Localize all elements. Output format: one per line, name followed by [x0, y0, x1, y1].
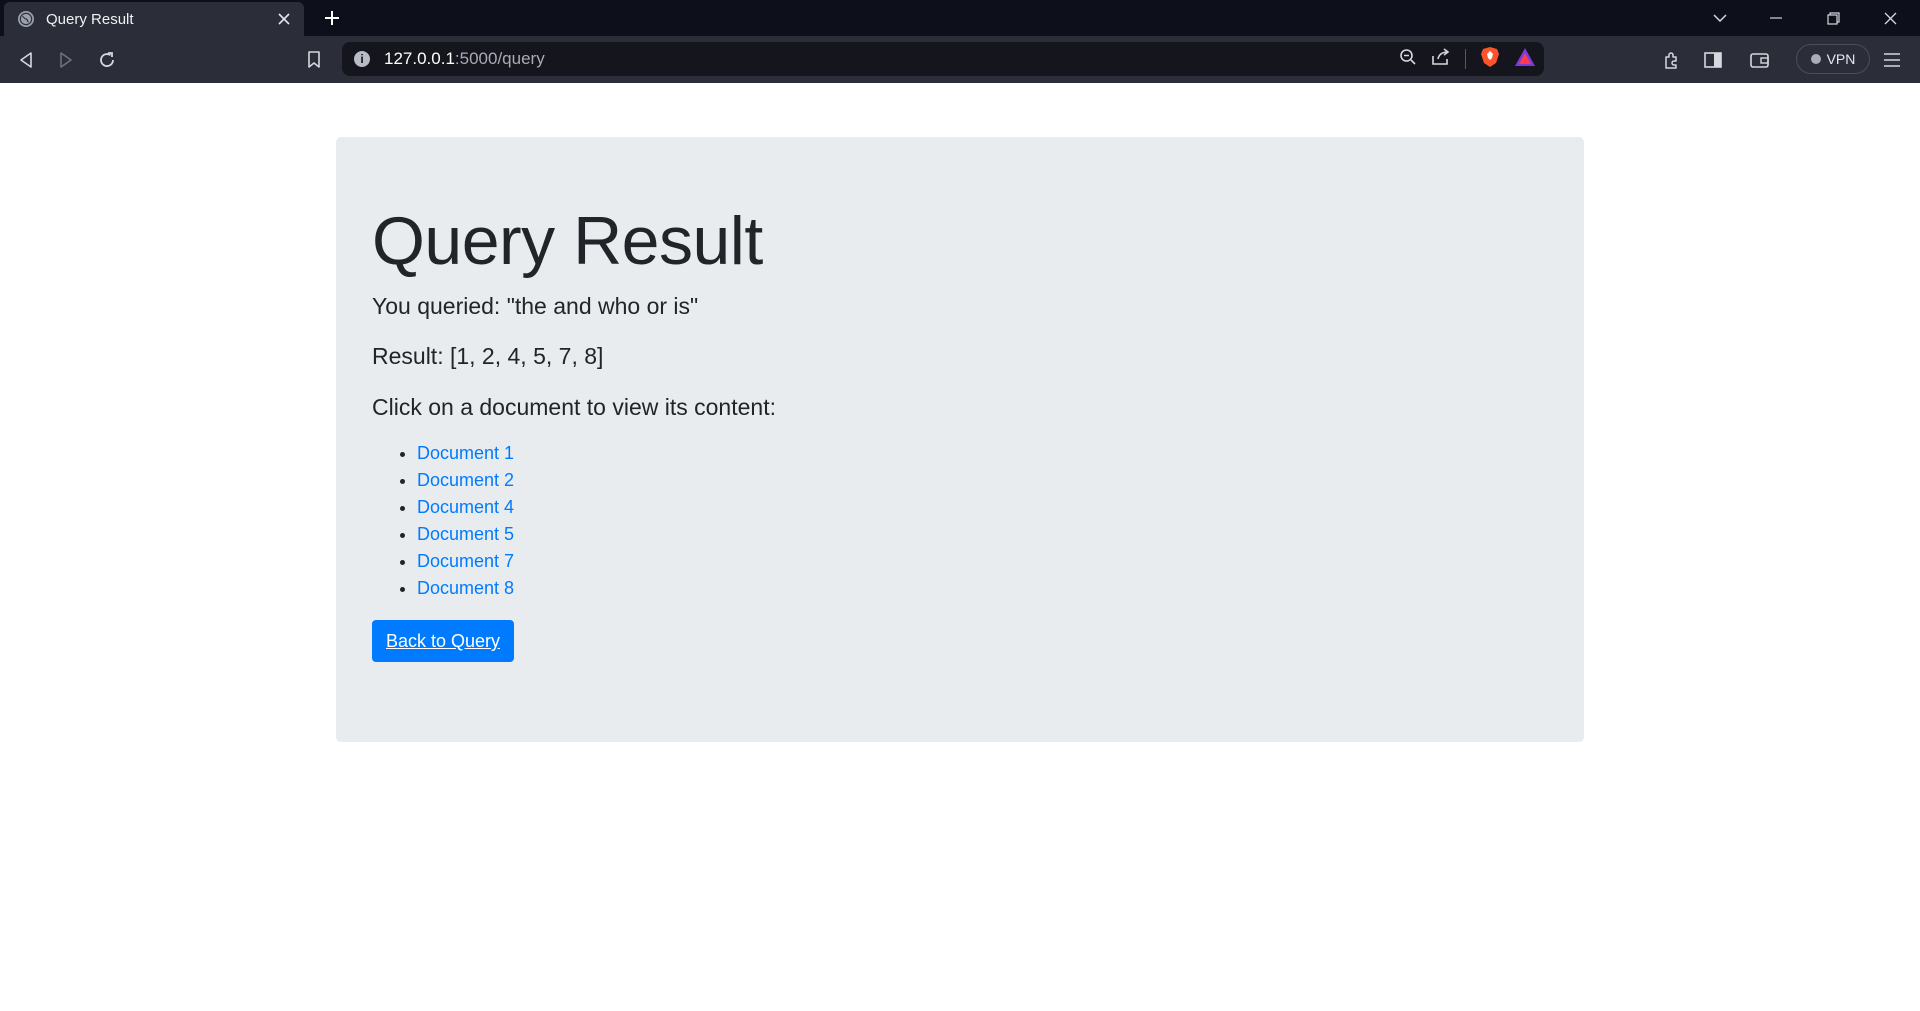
minimize-icon[interactable] — [1748, 0, 1804, 36]
extensions-puzzle-icon[interactable] — [1658, 46, 1686, 74]
tab-query-result[interactable]: Query Result — [4, 2, 304, 36]
brave-shields-icon[interactable] — [1480, 46, 1500, 73]
site-info-icon[interactable]: i — [354, 51, 370, 67]
share-icon[interactable] — [1431, 47, 1451, 71]
vpn-button[interactable]: VPN — [1796, 44, 1870, 74]
tab-search-chevron-icon[interactable] — [1692, 0, 1748, 36]
document-link-8[interactable]: Document 8 — [417, 578, 514, 598]
document-list: Document 1 Document 2 Document 4 Documen… — [372, 440, 1548, 602]
list-item: Document 5 — [417, 521, 1548, 548]
restore-icon[interactable] — [1805, 0, 1861, 36]
zoom-out-icon[interactable] — [1399, 48, 1417, 71]
back-to-query-button[interactable]: Back to Query — [372, 620, 515, 663]
url-path: :5000/query — [454, 49, 545, 68]
document-link-5[interactable]: Document 5 — [417, 524, 514, 544]
menu-hamburger-icon[interactable] — [1878, 46, 1906, 74]
address-bar[interactable]: i 127.0.0.1 :5000/query — [342, 42, 1544, 76]
reload-icon[interactable] — [93, 46, 121, 74]
separator — [1465, 49, 1466, 69]
url-host: 127.0.0.1 — [384, 49, 455, 68]
page-viewport: Query Result You queried: "the and who o… — [0, 83, 1920, 1011]
document-link-4[interactable]: Document 4 — [417, 497, 514, 517]
queried-text: You queried: "the and who or is" — [372, 292, 699, 319]
wallet-icon[interactable] — [1746, 46, 1774, 74]
document-link-2[interactable]: Document 2 — [417, 470, 514, 490]
bookmark-icon[interactable] — [300, 46, 328, 74]
result-text: Result: [1, 2, 4, 5, 7, 8] — [372, 343, 604, 370]
sidebar-toggle-icon[interactable] — [1699, 46, 1727, 74]
document-link-1[interactable]: Document 1 — [417, 443, 514, 463]
tab-strip: Query Result — [0, 0, 1920, 36]
result-panel: Query Result You queried: "the and who o… — [336, 137, 1584, 742]
browser-toolbar: i 127.0.0.1 :5000/query VPN — [0, 36, 1920, 83]
close-tab-icon[interactable] — [274, 9, 294, 29]
list-item: Document 2 — [417, 467, 1548, 494]
tab-title: Query Result — [46, 10, 134, 28]
globe-icon — [18, 11, 34, 27]
vpn-label: VPN — [1826, 51, 1856, 67]
vpn-status-icon — [1810, 54, 1821, 64]
list-item: Document 8 — [417, 575, 1548, 602]
instruction-text: Click on a document to view its content: — [372, 393, 776, 420]
back-icon[interactable] — [12, 46, 40, 74]
address-bar-actions — [1399, 46, 1536, 72]
close-window-icon[interactable] — [1862, 0, 1918, 36]
brave-rewards-icon[interactable] — [1514, 47, 1536, 72]
forward-icon[interactable] — [52, 46, 80, 74]
list-item: Document 4 — [417, 494, 1548, 521]
list-item: Document 7 — [417, 548, 1548, 575]
list-item: Document 1 — [417, 440, 1548, 467]
document-link-7[interactable]: Document 7 — [417, 551, 514, 571]
new-tab-plus-icon[interactable] — [318, 6, 346, 30]
page-title: Query Result — [372, 203, 763, 279]
